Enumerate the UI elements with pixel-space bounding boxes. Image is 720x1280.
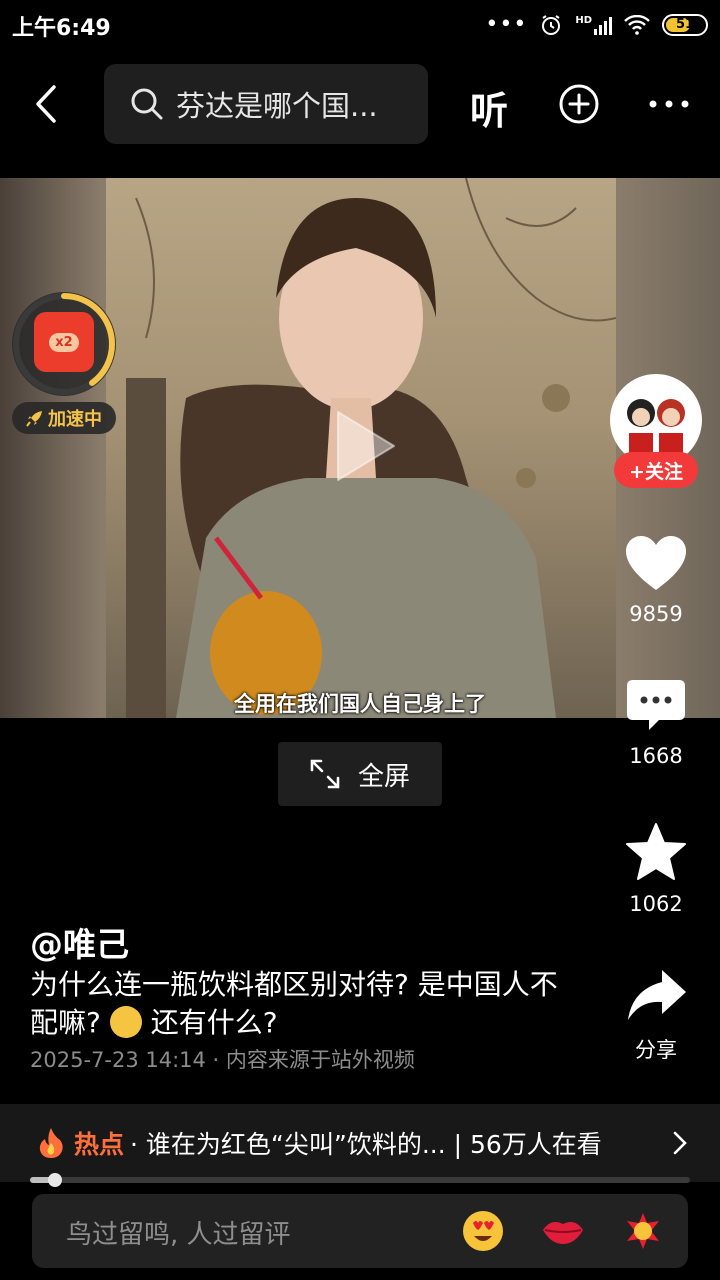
hot-topic-bar[interactable]: 热点 · 谁在为红色“尖叫”饮料的... | 56万人在看 bbox=[0, 1104, 720, 1182]
video-player[interactable]: 全用在我们国人自己身上了 bbox=[0, 178, 720, 718]
share-arrow-icon bbox=[628, 970, 686, 1020]
top-nav: 芬达是哪个国... 听 bbox=[0, 64, 720, 144]
signal-hd-label: HD bbox=[575, 14, 592, 26]
reward-widget[interactable]: x2 加速中 bbox=[12, 292, 116, 434]
author-name[interactable]: @唯己 bbox=[30, 918, 129, 966]
lips-emoji-icon bbox=[543, 1222, 583, 1244]
star-icon bbox=[626, 823, 686, 880]
like-count: 9859 bbox=[629, 602, 683, 626]
add-button[interactable] bbox=[558, 83, 600, 129]
comment-bubble-icon bbox=[627, 680, 685, 730]
reward-status-label: 加速中 bbox=[48, 409, 102, 430]
more-dots-icon: ••• bbox=[485, 12, 528, 37]
search-icon bbox=[131, 88, 163, 120]
heart-eyes-emoji-icon bbox=[463, 1211, 503, 1251]
eye-roll-emoji-icon bbox=[109, 1006, 142, 1038]
playback-progress[interactable] bbox=[30, 1173, 690, 1187]
post-meta: 2025-7-23 14:14 · 内容来源于站外视频 bbox=[30, 1048, 415, 1072]
back-button[interactable] bbox=[26, 82, 66, 126]
share-label: 分享 bbox=[635, 1038, 677, 1062]
favorite-button[interactable]: 1062 bbox=[616, 822, 696, 916]
plus-circle-icon bbox=[559, 84, 599, 124]
comment-count: 1668 bbox=[629, 744, 683, 768]
rocket-icon bbox=[26, 411, 42, 427]
playback-progress-knob[interactable] bbox=[48, 1173, 63, 1187]
fullscreen-button[interactable]: 全屏 bbox=[278, 742, 442, 806]
fullscreen-label: 全屏 bbox=[357, 761, 410, 792]
play-icon[interactable] bbox=[330, 406, 400, 486]
post-description-part1: 为什么连一瓶饮料都区别对待? 是中国人不配嘛? bbox=[30, 968, 558, 1039]
reward-status: 加速中 bbox=[12, 402, 116, 434]
emoji-celebrate-button[interactable] bbox=[620, 1208, 666, 1254]
status-time: 上午6:49 bbox=[12, 16, 111, 41]
hot-label: 热点 bbox=[74, 1130, 125, 1159]
hot-topic-text: · 谁在为红色“尖叫”饮料的... | 56万人在看 bbox=[130, 1130, 602, 1159]
chevron-right-icon bbox=[673, 1131, 687, 1155]
signal-icon: HD bbox=[575, 15, 612, 35]
battery-icon: 51 bbox=[662, 13, 708, 36]
share-button[interactable]: 分享 bbox=[616, 968, 696, 1064]
comment-placeholder: 鸟过留鸣, 人过留评 bbox=[66, 1220, 291, 1250]
reward-progress-ring: x2 bbox=[12, 292, 116, 396]
fire-icon bbox=[39, 1128, 63, 1158]
favorite-count: 1062 bbox=[629, 892, 683, 916]
back-arrow-icon bbox=[36, 85, 56, 123]
status-bar: 上午6:49 ••• HD 51 bbox=[0, 0, 720, 52]
comment-input[interactable]: 鸟过留鸣, 人过留评 bbox=[32, 1194, 688, 1268]
celebrate-emoji-icon bbox=[627, 1213, 659, 1249]
alarm-icon bbox=[542, 14, 561, 35]
reward-multiplier: x2 bbox=[49, 332, 79, 352]
battery-level: 51 bbox=[675, 17, 695, 32]
post-description-part2: 还有什么? bbox=[150, 1006, 278, 1039]
wifi-icon bbox=[624, 14, 650, 35]
emoji-heart-eyes-button[interactable] bbox=[460, 1208, 506, 1254]
comment-button[interactable]: 1668 bbox=[616, 678, 696, 768]
expand-icon bbox=[310, 759, 340, 789]
heart-icon bbox=[626, 536, 686, 590]
video-subtitle: 全用在我们国人自己身上了 bbox=[234, 692, 486, 716]
listen-button[interactable]: 听 bbox=[470, 80, 508, 135]
search-box[interactable]: 芬达是哪个国... bbox=[104, 64, 428, 144]
more-horizontal-icon bbox=[649, 100, 689, 108]
red-envelope-icon: x2 bbox=[34, 312, 94, 372]
more-button[interactable] bbox=[648, 92, 690, 120]
search-query: 芬达是哪个国... bbox=[176, 89, 378, 123]
follow-button[interactable]: +关注 bbox=[614, 452, 698, 488]
avatar-illustration-icon bbox=[613, 377, 699, 463]
post-description: 为什么连一瓶饮料都区别对待? 是中国人不配嘛? 还有什么? bbox=[30, 966, 560, 1042]
emoji-lips-button[interactable] bbox=[540, 1208, 586, 1254]
like-button[interactable]: 9859 bbox=[616, 534, 696, 626]
status-icons: ••• HD 51 bbox=[485, 12, 708, 37]
